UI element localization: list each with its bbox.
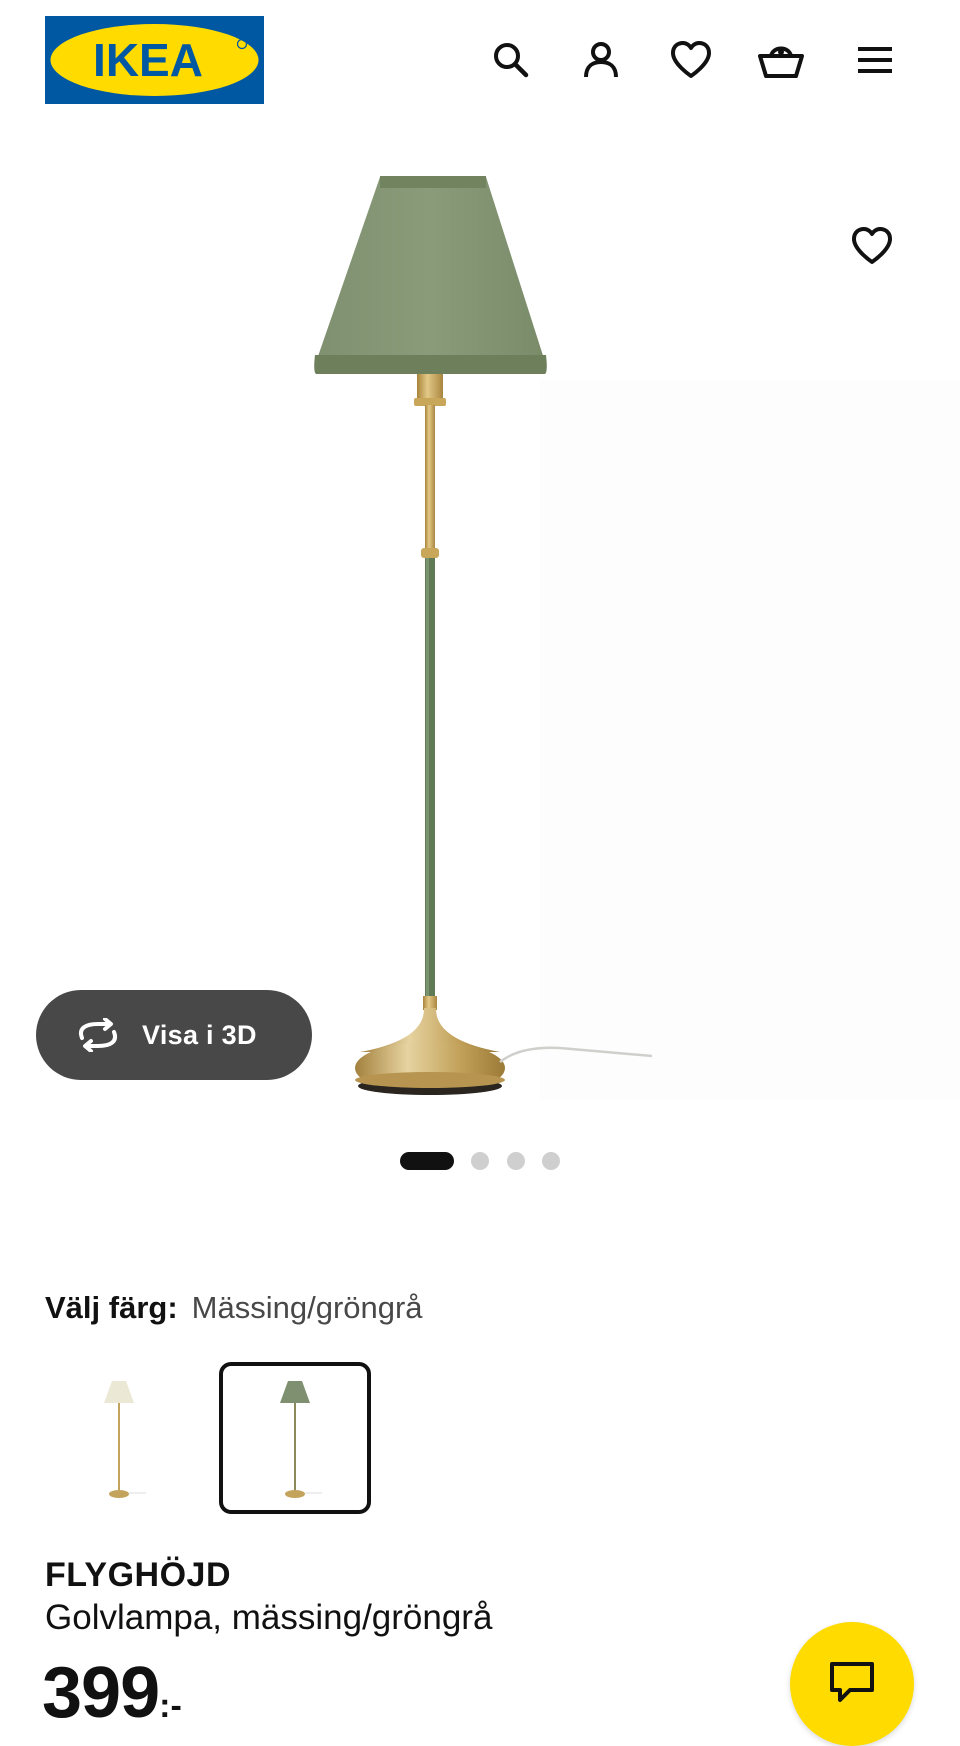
choose-color-label: Välj färg: [45, 1290, 178, 1325]
floor-lamp-image [314, 176, 960, 1100]
chat-bubble-icon [828, 1660, 876, 1709]
gallery-dot-1[interactable] [400, 1152, 454, 1170]
rotate-3d-icon [74, 1017, 122, 1053]
product-price: 399:- [42, 1652, 182, 1734]
gallery-dot-3[interactable] [507, 1152, 525, 1170]
chat-button[interactable] [790, 1622, 914, 1746]
basket-icon[interactable] [757, 36, 805, 84]
user-icon[interactable] [577, 36, 625, 84]
menu-icon[interactable] [851, 36, 899, 84]
view-in-3d-button[interactable]: Visa i 3D [36, 990, 312, 1080]
logo-wordmark: IKEA [93, 34, 203, 86]
view-in-3d-label: Visa i 3D [142, 1019, 257, 1050]
gallery-pagination [0, 1150, 960, 1170]
gallery-dot-4[interactable] [542, 1152, 560, 1170]
color-swatch-brass-white[interactable] [43, 1362, 195, 1514]
ikea-logo[interactable]: IKEA [45, 16, 264, 104]
color-selector-label: Välj färg: Mässing/gröngrå [45, 1290, 423, 1326]
gallery-dot-2[interactable] [471, 1152, 489, 1170]
heart-icon[interactable] [667, 36, 715, 84]
add-to-favourites-heart-icon[interactable] [846, 220, 898, 272]
price-amount: 399 [42, 1653, 160, 1733]
color-swatch-brass-greengrey[interactable] [219, 1362, 371, 1514]
lamp-thumbnail-white [104, 1381, 146, 1498]
lamp-thumbnail-green [280, 1381, 322, 1498]
product-image-gallery[interactable] [0, 120, 960, 1120]
product-name: FLYGHÖJD [45, 1556, 232, 1594]
selected-color-value: Mässing/gröngrå [191, 1290, 423, 1325]
product-description: Golvlampa, mässing/gröngrå [45, 1598, 493, 1637]
price-suffix: :- [159, 1687, 182, 1725]
search-icon[interactable] [487, 36, 535, 84]
header: IKEA [0, 0, 960, 120]
